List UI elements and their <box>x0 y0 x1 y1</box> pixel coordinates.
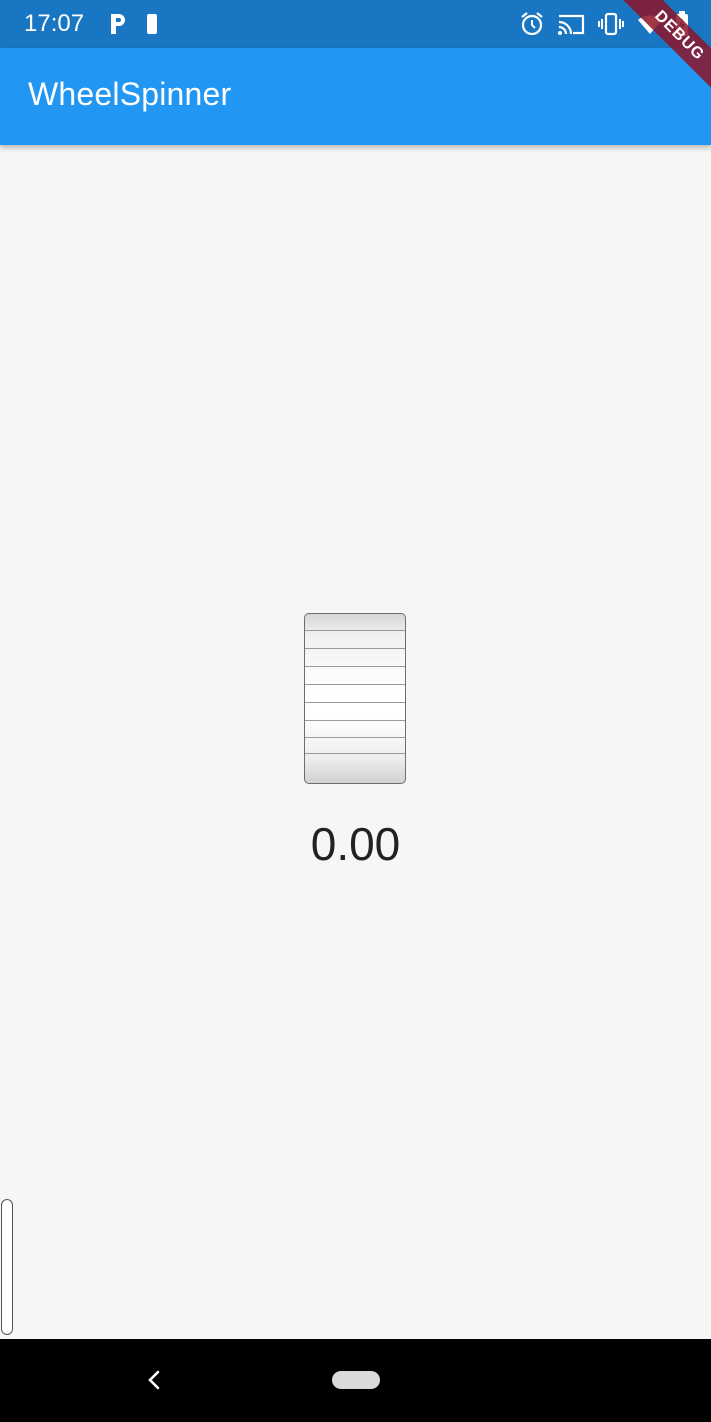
alarm-icon <box>519 11 545 37</box>
navigation-bar <box>0 1339 711 1422</box>
spinner-tick <box>305 702 405 703</box>
spinner-tick <box>305 666 405 667</box>
battery-saver-icon <box>146 12 158 36</box>
spinner-tick <box>305 684 405 685</box>
spinner-tick <box>305 753 405 754</box>
cast-icon <box>557 12 585 36</box>
spinner-tick <box>305 630 405 631</box>
wheel-spinner[interactable] <box>304 613 406 784</box>
app-bar: WheelSpinner <box>0 48 711 145</box>
spinner-tick <box>305 737 405 738</box>
spinner-tick <box>305 720 405 721</box>
edge-handle[interactable] <box>1 1199 13 1335</box>
battery-charging-icon <box>675 11 689 37</box>
main-content: 0.00 <box>0 145 711 1339</box>
back-icon[interactable] <box>144 1368 164 1392</box>
spinner-value: 0.00 <box>310 818 401 870</box>
vibrate-icon <box>597 12 625 36</box>
spinner-tick <box>305 648 405 649</box>
status-time: 17:07 <box>24 10 85 37</box>
parking-icon <box>108 12 128 36</box>
home-icon[interactable] <box>332 1371 380 1389</box>
status-bar: 17:07 <box>0 0 711 48</box>
wifi-icon <box>637 13 663 35</box>
app-title: WheelSpinner <box>28 76 232 112</box>
